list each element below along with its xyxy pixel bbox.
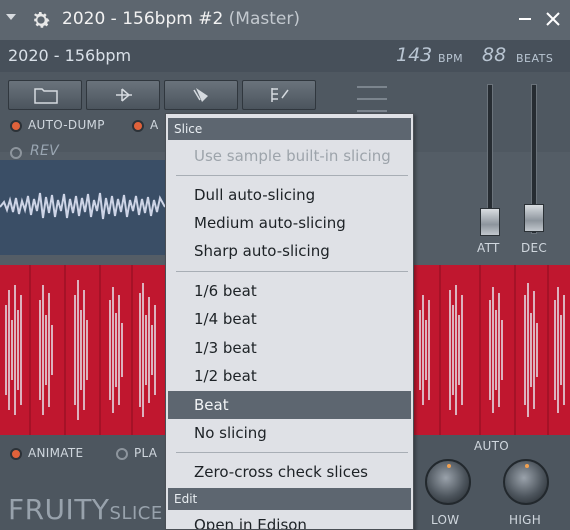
menu-item-builtin-slicing: Use sample built-in slicing [194, 147, 391, 165]
menu-item-no-slicing[interactable]: No slicing [168, 419, 411, 447]
play-slice-icon [116, 88, 132, 102]
beats-unit: BEATS [516, 52, 554, 65]
auto-label: AUTO [474, 439, 509, 453]
system-menu-arrow-icon[interactable] [6, 14, 16, 20]
window-owner: (Master) [228, 9, 300, 29]
open-sample-button[interactable] [8, 80, 82, 110]
window-title-text: 2020 - 156bpm #2 [62, 9, 224, 29]
menu-item-dull-auto-slicing[interactable]: Dull auto-slicing [168, 181, 411, 209]
menu-item-open-in-edison[interactable]: Open in Edison [168, 511, 411, 529]
menu-item-1-6-beat[interactable]: 1/6 beat [168, 277, 411, 305]
logo: FRUITYSLICE [8, 493, 163, 526]
menu-item-beat[interactable]: Beat [168, 391, 411, 419]
slice-tool-icon [193, 88, 208, 102]
dec-slider-handle[interactable] [524, 204, 544, 232]
play-label: PLA [134, 446, 158, 460]
folder-icon [34, 88, 58, 104]
menu-item-medium-auto-slicing[interactable]: Medium auto-slicing [168, 209, 411, 237]
menu-separator [176, 271, 408, 272]
logo-main: FRUITY [8, 493, 110, 526]
minimize-button[interactable] [518, 12, 532, 26]
att-label: ATT [477, 241, 500, 255]
low-knob[interactable] [425, 459, 471, 505]
auto-dump-label: AUTO-DUMP [28, 118, 105, 132]
high-label: HIGH [509, 513, 542, 527]
menu-section-slice: Slice [168, 118, 411, 140]
sample-name: 2020 - 156bpm [8, 46, 132, 65]
gear-icon[interactable] [30, 9, 52, 31]
waveform-preview[interactable] [0, 160, 166, 255]
logo-small: SLICE [109, 503, 163, 524]
close-icon[interactable] [544, 10, 562, 28]
a-label: A [150, 118, 159, 132]
marker-icon [271, 88, 289, 102]
slice-tool-button[interactable] [164, 80, 238, 110]
markers-button[interactable] [242, 80, 316, 110]
preview-wave-icon [0, 192, 166, 220]
rev-label: REV [30, 143, 60, 159]
menu-item-sharp-auto-slicing[interactable]: Sharp auto-slicing [168, 237, 411, 265]
att-slider-handle[interactable] [480, 208, 500, 236]
dec-label: DEC [521, 241, 548, 255]
auto-dump-radio[interactable] [10, 120, 22, 132]
title-bar: 2020 - 156bpm #2 (Master) [0, 0, 570, 40]
menu-separator [176, 452, 408, 453]
menu-item-1-3-beat[interactable]: 1/3 beat [168, 334, 411, 362]
menu-item-1-4-beat[interactable]: 1/4 beat [168, 305, 411, 333]
animate-radio[interactable] [10, 448, 22, 460]
rev-radio[interactable] [10, 147, 22, 159]
menu-separator [176, 175, 408, 176]
animate-label: ANIMATE [28, 446, 84, 460]
slice-context-menu: Slice Use sample built-in slicing Dull a… [165, 113, 414, 530]
bpm-value[interactable]: 143 [396, 44, 432, 66]
window-title: 2020 - 156bpm #2 (Master) [62, 9, 300, 29]
high-knob[interactable] [503, 459, 549, 505]
menu-section-edit: Edit [168, 488, 411, 510]
menu-item-1-2-beat[interactable]: 1/2 beat [168, 362, 411, 390]
play-radio[interactable] [116, 448, 128, 460]
menu-item-zero-cross-check[interactable]: Zero-cross check slices [168, 458, 411, 486]
info-bar: 2020 - 156bpm 143 BPM 88 BEATS [0, 40, 570, 72]
bpm-unit: BPM [438, 52, 464, 65]
a-radio[interactable] [132, 120, 144, 132]
low-label: LOW [431, 513, 460, 527]
beats-value[interactable]: 88 [482, 44, 506, 66]
play-slice-button[interactable] [86, 80, 160, 110]
